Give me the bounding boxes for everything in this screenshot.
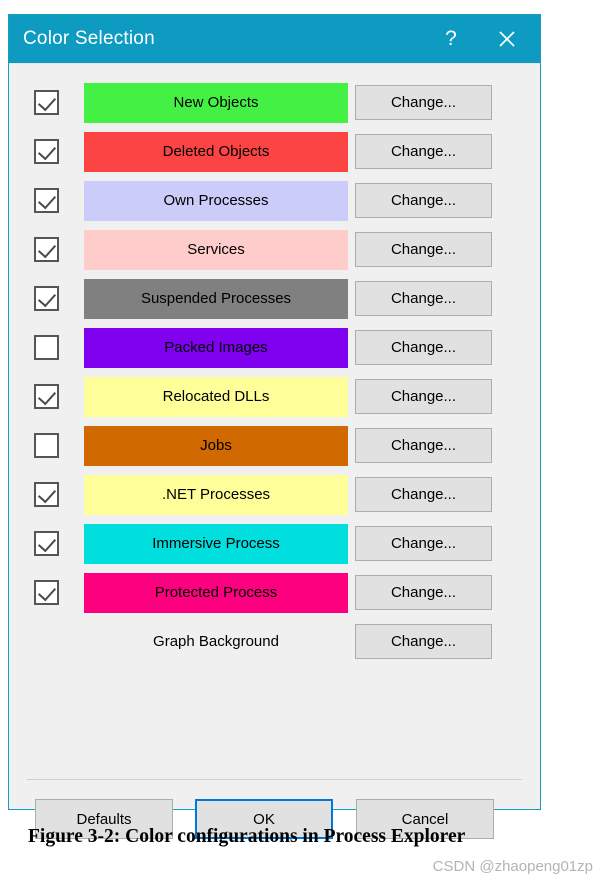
enable-checkbox[interactable] [34, 580, 59, 605]
color-row: Own Processes Change... [9, 176, 540, 225]
change-color-button-label: Change... [390, 143, 457, 160]
checkbox-cell [9, 90, 84, 115]
change-cell: Change... [348, 330, 540, 365]
enable-checkbox[interactable] [34, 384, 59, 409]
cancel-button-label: Cancel [401, 810, 449, 828]
checkbox-cell [9, 531, 84, 556]
enable-checkbox[interactable] [34, 531, 59, 556]
color-row: Protected Process Change... [9, 568, 540, 617]
color-row: .NET Processes Change... [9, 470, 540, 519]
change-color-button-label: Change... [390, 339, 457, 356]
footer-divider [27, 779, 522, 780]
color-swatch[interactable]: Graph Background [84, 622, 348, 662]
change-cell: Change... [348, 134, 540, 169]
enable-checkbox[interactable] [34, 335, 59, 360]
change-cell: Change... [348, 477, 540, 512]
color-row: Relocated DLLs Change... [9, 372, 540, 421]
checkbox-cell [9, 482, 84, 507]
change-color-button[interactable]: Change... [355, 134, 492, 169]
enable-checkbox[interactable] [34, 482, 59, 507]
ok-button-label: OK [253, 810, 275, 828]
dialog-title: Color Selection [23, 28, 155, 49]
color-swatch[interactable]: Relocated DLLs [84, 376, 348, 417]
color-swatch[interactable]: Deleted Objects [84, 131, 348, 172]
enable-checkbox[interactable] [34, 139, 59, 164]
color-row: Deleted Objects Change... [9, 127, 540, 176]
watermark: CSDN @zhaopeng01zp [432, 858, 593, 875]
change-color-button[interactable]: Change... [355, 428, 492, 463]
color-swatch[interactable]: Suspended Processes [84, 278, 348, 319]
checkbox-cell [9, 188, 84, 213]
color-swatch[interactable]: Services [84, 229, 348, 270]
change-color-button-label: Change... [390, 584, 457, 601]
color-row: Suspended Processes Change... [9, 274, 540, 323]
change-color-button[interactable]: Change... [355, 379, 492, 414]
checkbox-cell [9, 384, 84, 409]
enable-checkbox[interactable] [34, 188, 59, 213]
change-cell: Change... [348, 232, 540, 267]
enable-checkbox[interactable] [34, 237, 59, 262]
change-color-button[interactable]: Change... [355, 232, 492, 267]
change-cell: Change... [348, 183, 540, 218]
change-cell: Change... [348, 575, 540, 610]
color-row: Packed Images Change... [9, 323, 540, 372]
change-color-button[interactable]: Change... [355, 575, 492, 610]
change-color-button[interactable]: Change... [355, 477, 492, 512]
color-row: Immersive Process Change... [9, 519, 540, 568]
change-color-button[interactable]: Change... [355, 330, 492, 365]
change-cell: Change... [348, 624, 540, 659]
change-cell: Change... [348, 379, 540, 414]
change-color-button-label: Change... [390, 192, 457, 209]
change-color-button-label: Change... [390, 290, 457, 307]
color-swatch[interactable]: Own Processes [84, 180, 348, 221]
change-cell: Change... [348, 281, 540, 316]
color-row: New Objects Change... [9, 78, 540, 127]
defaults-button-label: Defaults [76, 810, 132, 828]
enable-checkbox[interactable] [34, 286, 59, 311]
color-swatch[interactable]: New Objects [84, 82, 348, 123]
enable-checkbox[interactable] [34, 90, 59, 115]
color-row: Services Change... [9, 225, 540, 274]
color-swatch[interactable]: .NET Processes [84, 474, 348, 515]
color-swatch[interactable]: Protected Process [84, 572, 348, 613]
change-color-button[interactable]: Change... [355, 85, 492, 120]
color-row: Jobs Change... [9, 421, 540, 470]
change-cell: Change... [348, 85, 540, 120]
enable-checkbox[interactable] [34, 433, 59, 458]
color-swatch[interactable]: Jobs [84, 425, 348, 466]
checkbox-cell [9, 237, 84, 262]
change-color-button[interactable]: Change... [355, 526, 492, 561]
change-cell: Change... [348, 526, 540, 561]
change-color-button-label: Change... [390, 241, 457, 258]
change-color-button-label: Change... [390, 633, 457, 650]
color-swatch[interactable]: Immersive Process [84, 523, 348, 564]
checkbox-cell [9, 139, 84, 164]
checkbox-cell [9, 335, 84, 360]
color-swatch[interactable]: Packed Images [84, 327, 348, 368]
change-color-button[interactable]: Change... [355, 281, 492, 316]
color-selection-dialog: Color Selection ? New Objects Change... De… [8, 14, 541, 839]
close-icon[interactable] [484, 15, 530, 63]
checkbox-cell [9, 433, 84, 458]
change-color-button-label: Change... [390, 535, 457, 552]
change-color-button[interactable]: Change... [355, 624, 492, 659]
checkbox-cell [9, 286, 84, 311]
checkbox-cell [9, 580, 84, 605]
change-color-button-label: Change... [390, 94, 457, 111]
change-color-button-label: Change... [390, 486, 457, 503]
help-icon[interactable]: ? [428, 15, 474, 63]
change-color-button-label: Change... [390, 388, 457, 405]
dialog-body: New Objects Change... Deleted Objects Chang… [9, 63, 540, 839]
color-rows-list: New Objects Change... Deleted Objects Chang… [9, 78, 540, 666]
figure-caption: Figure 3-2: Color configurations in Proc… [28, 826, 466, 847]
color-row: Graph Background Change... [9, 617, 540, 666]
change-color-button[interactable]: Change... [355, 183, 492, 218]
change-cell: Change... [348, 428, 540, 463]
dialog-titlebar: Color Selection ? [9, 15, 540, 63]
change-color-button-label: Change... [390, 437, 457, 454]
